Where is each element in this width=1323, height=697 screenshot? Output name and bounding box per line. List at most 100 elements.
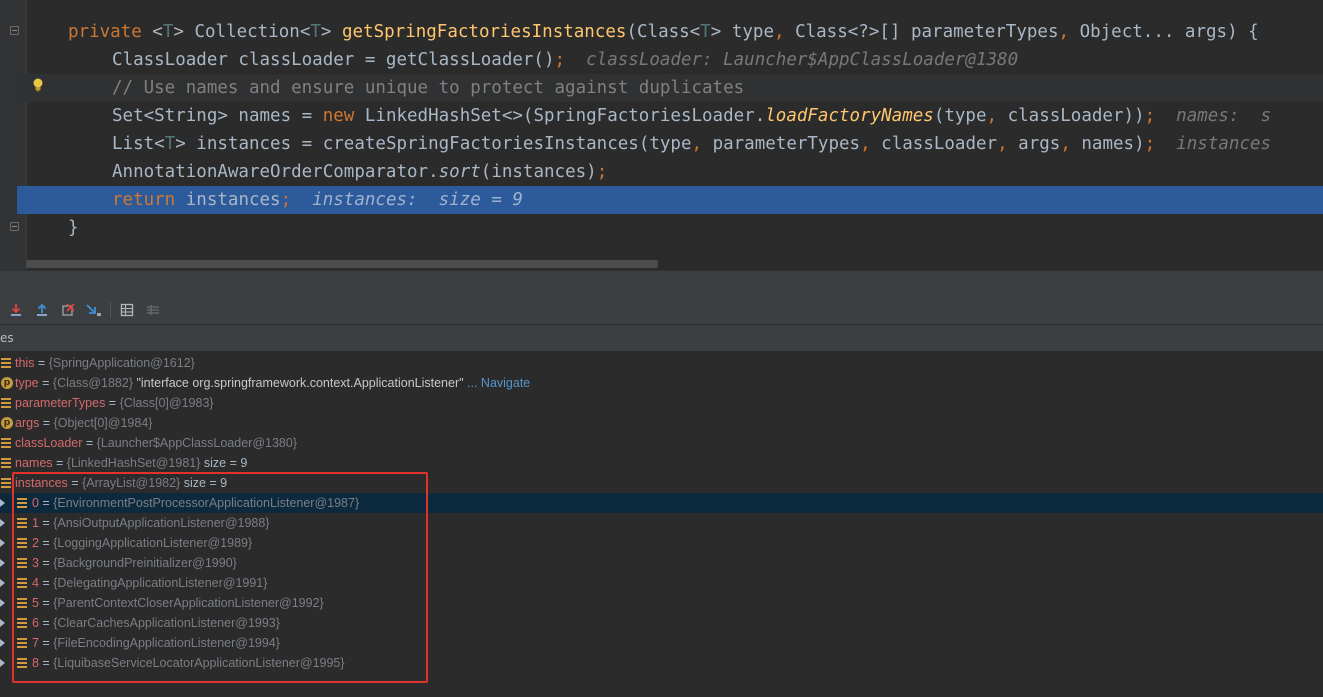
expand-arrow-icon[interactable] xyxy=(0,619,5,627)
instance-element-row[interactable]: 2 = {LoggingApplicationListener@1989} xyxy=(0,533,1323,553)
equals-sign: = xyxy=(38,496,54,510)
field-icon xyxy=(17,518,27,528)
variable-name: classLoader xyxy=(15,436,83,450)
horizontal-scrollbar[interactable] xyxy=(26,260,658,268)
run-to-cursor-icon[interactable] xyxy=(85,301,103,319)
element-reference: {LoggingApplicationListener@1989} xyxy=(53,536,253,550)
code-line[interactable]: // Use names and ensure unique to protec… xyxy=(17,74,1323,102)
code-line[interactable]: AnnotationAwareOrderComparator.sort(inst… xyxy=(0,158,1323,186)
code-token: (type xyxy=(933,106,987,126)
code-token: classLoader: Launcher$AppClassLoader@138… xyxy=(565,50,1019,70)
element-index: 6 xyxy=(32,616,39,630)
code-token: return xyxy=(112,190,186,210)
code-line[interactable]: List<T> instances = createSpringFactorie… xyxy=(0,130,1323,158)
code-token: } xyxy=(68,218,79,238)
code-token: new xyxy=(322,106,365,126)
field-icon xyxy=(1,478,11,488)
field-icon xyxy=(17,598,27,608)
instance-element-row[interactable]: 4 = {DelegatingApplicationListener@1991} xyxy=(0,573,1323,593)
equals-sign: = xyxy=(39,416,54,430)
element-reference: {LiquibaseServiceLocatorApplicationListe… xyxy=(53,656,345,670)
code-token: ; xyxy=(1144,134,1156,154)
code-token: sort xyxy=(438,162,481,182)
code-line[interactable]: Set<String> names = new LinkedHashSet<>(… xyxy=(0,102,1323,130)
code-token: private xyxy=(68,22,153,42)
code-token: instances: size = 9 xyxy=(291,190,523,210)
element-index: 7 xyxy=(32,636,39,650)
element-reference: {ClearCachesApplicationListener@1993} xyxy=(53,616,280,630)
instance-element-row[interactable]: 7 = {FileEncodingApplicationListener@199… xyxy=(0,633,1323,653)
evaluate-table-icon[interactable] xyxy=(118,301,136,319)
navigate-link[interactable]: ... Navigate xyxy=(464,376,530,390)
variable-row-instances[interactable]: instances = {ArrayList@1982} size = 9 xyxy=(0,473,1323,493)
instance-element-row[interactable]: 8 = {LiquibaseServiceLocatorApplicationL… xyxy=(0,653,1323,673)
code-line[interactable]: } xyxy=(0,214,1323,242)
variable-reference: {ArrayList@1982} xyxy=(82,476,181,490)
code-token: , xyxy=(691,134,713,154)
field-icon xyxy=(1,458,11,468)
expand-arrow-icon[interactable] xyxy=(0,519,5,527)
variable-string-value: "interface org.springframework.context.A… xyxy=(133,376,464,390)
toolbar-separator xyxy=(110,302,111,318)
expand-arrow-icon[interactable] xyxy=(0,659,5,667)
variable-name: parameterTypes xyxy=(15,396,106,410)
element-reference: {FileEncodingApplicationListener@1994} xyxy=(53,636,280,650)
streams-icon[interactable] xyxy=(144,301,162,319)
element-index: 2 xyxy=(32,536,39,550)
step-out-icon[interactable] xyxy=(33,301,51,319)
field-icon xyxy=(1,438,11,448)
current-execution-line[interactable]: return instances; instances: size = 9 xyxy=(17,186,1323,214)
variable-name: type xyxy=(15,376,39,390)
panel-divider[interactable] xyxy=(0,270,1323,297)
variable-row-names[interactable]: names = {LinkedHashSet@1981} size = 9 xyxy=(0,453,1323,473)
code-token: Set<String> names = xyxy=(112,106,323,126)
instance-element-row[interactable]: 6 = {ClearCachesApplicationListener@1993… xyxy=(0,613,1323,633)
code-token: names) xyxy=(1081,134,1145,154)
variables-tree[interactable]: this = {SpringApplication@1612} p type = {… xyxy=(0,352,1323,697)
expand-arrow-icon[interactable] xyxy=(0,499,5,507)
field-icon xyxy=(17,638,27,648)
parameter-icon: p xyxy=(1,377,13,389)
code-token: , xyxy=(774,22,796,42)
drop-frame-icon[interactable] xyxy=(59,301,77,319)
instance-element-row[interactable]: 5 = {ParentContextCloserApplicationListe… xyxy=(0,593,1323,613)
code-token: , xyxy=(997,134,1019,154)
variable-row-classLoader[interactable]: classLoader = {Launcher$AppClassLoader@1… xyxy=(0,433,1323,453)
element-reference: {AnsiOutputApplicationListener@1988} xyxy=(53,516,270,530)
variables-tab-header[interactable]: es xyxy=(0,325,1323,352)
expand-arrow-icon[interactable] xyxy=(0,539,5,547)
instance-element-row[interactable]: 3 = {BackgroundPreinitializer@1990} xyxy=(0,553,1323,573)
expand-arrow-icon[interactable] xyxy=(0,559,5,567)
code-token: ClassLoader classLoader = getClassLoader… xyxy=(112,50,555,70)
instance-element-row[interactable]: 1 = {AnsiOutputApplicationListener@1988} xyxy=(0,513,1323,533)
code-token: Class<?>[] parameterTypes xyxy=(795,22,1059,42)
element-index: 1 xyxy=(32,516,39,530)
variable-size: size = 9 xyxy=(180,476,228,490)
instance-element-row[interactable]: 0 = {EnvironmentPostProcessorApplication… xyxy=(0,493,1323,513)
code-token: , xyxy=(1058,22,1080,42)
variable-row-this[interactable]: this = {SpringApplication@1612} xyxy=(0,353,1323,373)
code-token: , xyxy=(1060,134,1082,154)
variable-row-parameterTypes[interactable]: parameterTypes = {Class[0]@1983} xyxy=(0,393,1323,413)
expand-arrow-icon[interactable] xyxy=(0,599,5,607)
code-editor[interactable]: private <T> Collection<T> getSpringFacto… xyxy=(0,0,1323,270)
expand-arrow-icon[interactable] xyxy=(0,639,5,647)
code-token: ; xyxy=(1144,106,1156,126)
code-line[interactable]: ClassLoader classLoader = getClassLoader… xyxy=(0,46,1323,74)
variable-row-type[interactable]: p type = {Class@1882} "interface org.spri… xyxy=(0,373,1323,393)
code-token: classLoader xyxy=(881,134,998,154)
equals-sign: = xyxy=(38,516,54,530)
code-token: List< xyxy=(112,134,165,154)
variable-row-args[interactable]: p args = {Object[0]@1984} xyxy=(0,413,1323,433)
code-token: names: s xyxy=(1155,106,1272,126)
equals-sign: = xyxy=(38,576,54,590)
variable-name: this xyxy=(15,356,35,370)
lightbulb-icon[interactable] xyxy=(32,78,44,92)
code-token: AnnotationAwareOrderComparator. xyxy=(112,162,439,182)
code-token: instances xyxy=(185,190,281,210)
field-icon xyxy=(1,398,11,408)
step-into-icon[interactable] xyxy=(7,301,25,319)
expand-arrow-icon[interactable] xyxy=(0,579,5,587)
code-token: getSpringFactoriesInstances xyxy=(341,22,627,42)
code-line[interactable]: private <T> Collection<T> getSpringFacto… xyxy=(0,18,1323,46)
